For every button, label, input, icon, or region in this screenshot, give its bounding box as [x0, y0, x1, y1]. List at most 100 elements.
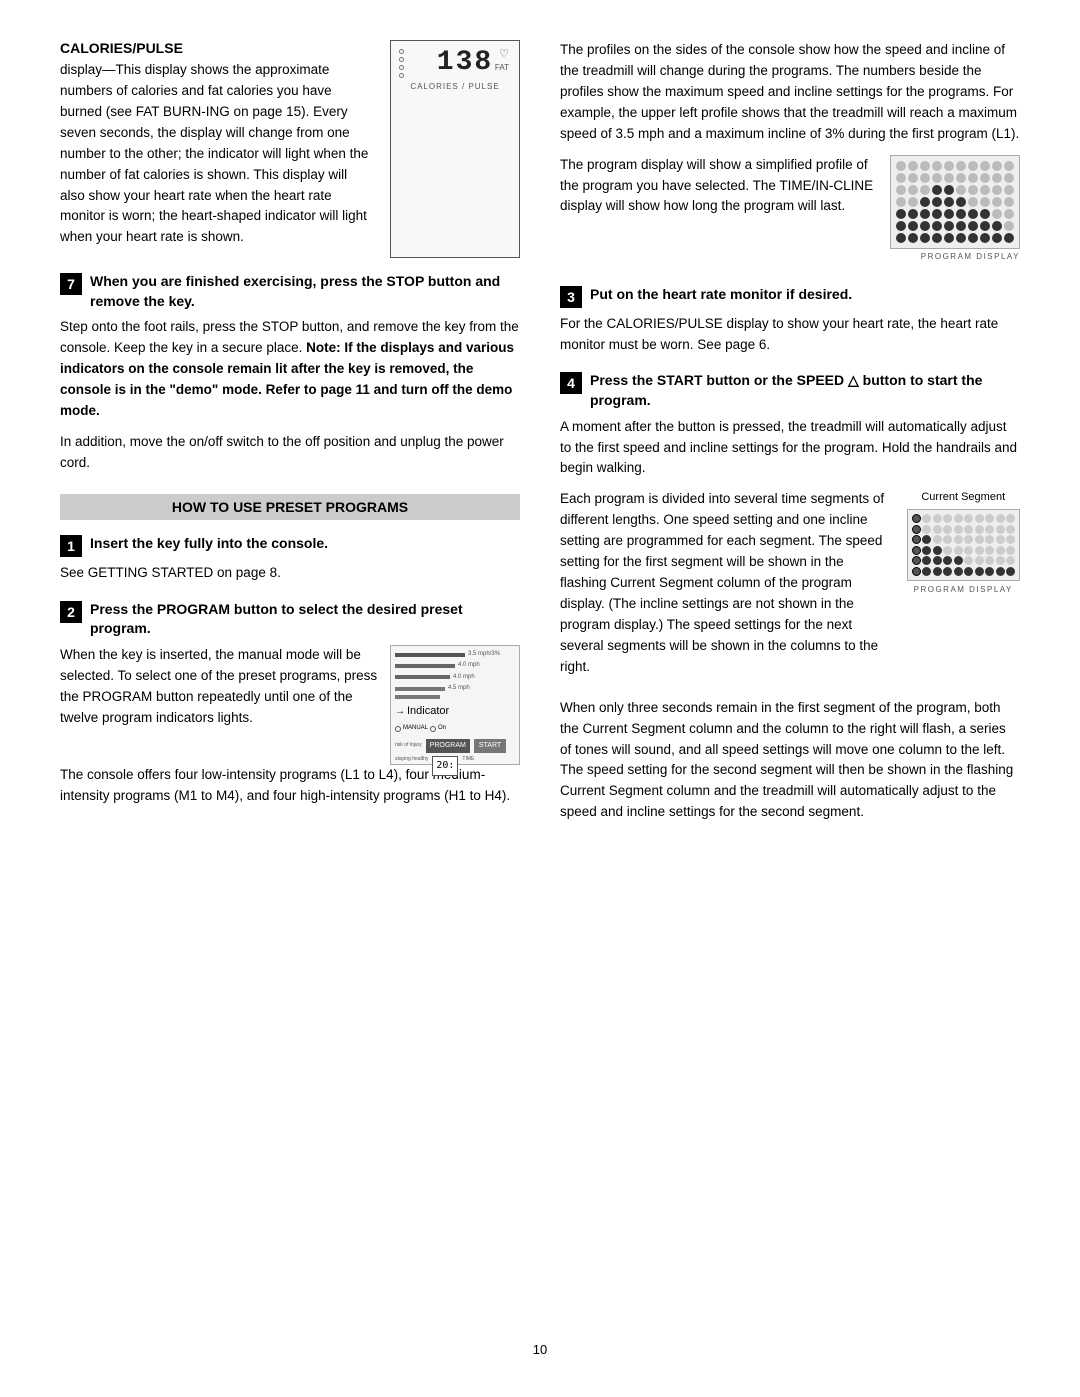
dm-dot	[980, 185, 990, 195]
step3-para: For the CALORIES/PULSE display to show y…	[560, 314, 1020, 356]
seg-dot	[975, 525, 984, 534]
seg-dot	[922, 556, 931, 565]
dm-dot	[932, 221, 942, 231]
dm-dot	[932, 173, 942, 183]
manual-text: MANUAL	[403, 724, 428, 733]
seg-dot	[964, 567, 973, 576]
prog-bar	[395, 664, 455, 668]
step7-header: 7 When you are finished exercising, pres…	[60, 272, 520, 311]
dot	[399, 65, 404, 70]
prog-bar	[395, 695, 440, 699]
dm-dot	[1004, 161, 1014, 171]
dm-dot	[920, 161, 930, 171]
page-container: CALORIES/PULSE display—This display show…	[0, 0, 1080, 1397]
step7-para2: In addition, move the on/off switch to t…	[60, 432, 520, 474]
seg-dot	[943, 567, 952, 576]
dm-dot	[968, 197, 978, 207]
dm-dot	[968, 161, 978, 171]
dm-dot	[944, 161, 954, 171]
step4-title: Press the START button or the SPEED △ bu…	[590, 371, 1020, 410]
dm-dot	[896, 197, 906, 207]
prog-label: 4.5 mph	[448, 684, 470, 693]
dm-dot	[968, 209, 978, 219]
seg-dot	[964, 556, 973, 565]
prog-bar	[395, 687, 445, 691]
console-diagram-wrapper: 3.5 mph/3% 4.0 mph 4.0 mph	[390, 645, 520, 765]
seg-dot	[933, 535, 942, 544]
seg-dot	[996, 546, 1005, 555]
prog-row-4: 4.5 mph	[395, 684, 515, 693]
dm-dot	[968, 221, 978, 231]
seg-grid	[912, 514, 1016, 576]
prog-label: 3.5 mph/3%	[468, 650, 500, 659]
dm-dot	[896, 161, 906, 171]
dm-dot	[932, 185, 942, 195]
seg-dot	[985, 556, 994, 565]
step7-body: Step onto the foot rails, press the STOP…	[60, 317, 520, 473]
seg-dot	[975, 546, 984, 555]
time-display: 20:	[432, 756, 458, 776]
step4-section: 4 Press the START button or the SPEED △ …	[560, 371, 1020, 823]
seg-dot	[1006, 546, 1015, 555]
seg-dot	[922, 546, 931, 555]
program-display-section: The program display will show a simplifi…	[560, 155, 1020, 271]
risk-text: risk of injury	[395, 742, 422, 750]
step2-body: When the key is inserted, the manual mod…	[60, 645, 520, 807]
step1-header: 1 Insert the key fully into the console.	[60, 534, 520, 557]
step4-body: A moment after the button is pressed, th…	[560, 417, 1020, 824]
dm-dot	[896, 233, 906, 243]
dm-dot	[956, 221, 966, 231]
lcd-number: 138	[437, 47, 493, 78]
dm-dot	[932, 161, 942, 171]
seg-dot	[964, 546, 973, 555]
program-button[interactable]: PROGRAM	[426, 739, 470, 754]
circle-indicator2	[430, 726, 436, 732]
dm-dot	[980, 161, 990, 171]
start-button[interactable]: START	[474, 739, 506, 754]
step4-para1: A moment after the button is pressed, th…	[560, 417, 1020, 480]
seg-dot	[1006, 567, 1015, 576]
seg-dot	[985, 535, 994, 544]
prog-row-1: 3.5 mph/3%	[395, 650, 515, 659]
dm-dot	[956, 173, 966, 183]
step7-number: 7	[60, 273, 82, 295]
right-para2: The program display will show a simplifi…	[560, 155, 874, 271]
prog-bar	[395, 653, 465, 657]
dm-dot	[992, 209, 1002, 219]
dot	[399, 57, 404, 62]
seg-dot	[912, 567, 921, 576]
dm-dot	[968, 173, 978, 183]
dm-dot	[920, 209, 930, 219]
step3-section: 3 Put on the heart rate monitor if desir…	[560, 285, 1020, 356]
seg-dot	[954, 567, 963, 576]
dm-dot	[956, 209, 966, 219]
step7-section: 7 When you are finished exercising, pres…	[60, 272, 520, 474]
seg-dot	[943, 525, 952, 534]
dm-dot	[1004, 173, 1014, 183]
indicator-row: → Indicator	[395, 703, 515, 720]
dm-dot	[908, 233, 918, 243]
dm-dot	[992, 185, 1002, 195]
dm-dot	[908, 209, 918, 219]
dm-dot	[908, 197, 918, 207]
step2-title: Press the PROGRAM button to select the d…	[90, 600, 520, 639]
dot	[399, 73, 404, 78]
calories-text-block: CALORIES/PULSE display—This display show…	[60, 40, 374, 258]
dm-dot	[932, 233, 942, 243]
seg-dot	[964, 535, 973, 544]
seg-dot	[996, 525, 1005, 534]
step3-body: For the CALORIES/PULSE display to show y…	[560, 314, 1020, 356]
dm-dot	[896, 221, 906, 231]
seg-dot	[954, 546, 963, 555]
indicator-label: Indicator	[407, 703, 449, 720]
program-display-wrapper: PROGRAM DISPLAY	[890, 155, 1020, 261]
seg-dot	[996, 556, 1005, 565]
seg-dot	[954, 556, 963, 565]
dm-dot	[956, 233, 966, 243]
dot	[399, 49, 404, 54]
step7-para1: Step onto the foot rails, press the STOP…	[60, 317, 520, 422]
dm-dot	[908, 221, 918, 231]
step7-title: When you are finished exercising, press …	[90, 272, 520, 311]
step4-para2: Each program is divided into several tim…	[560, 489, 893, 677]
step3-title: Put on the heart rate monitor if desired…	[590, 285, 852, 305]
